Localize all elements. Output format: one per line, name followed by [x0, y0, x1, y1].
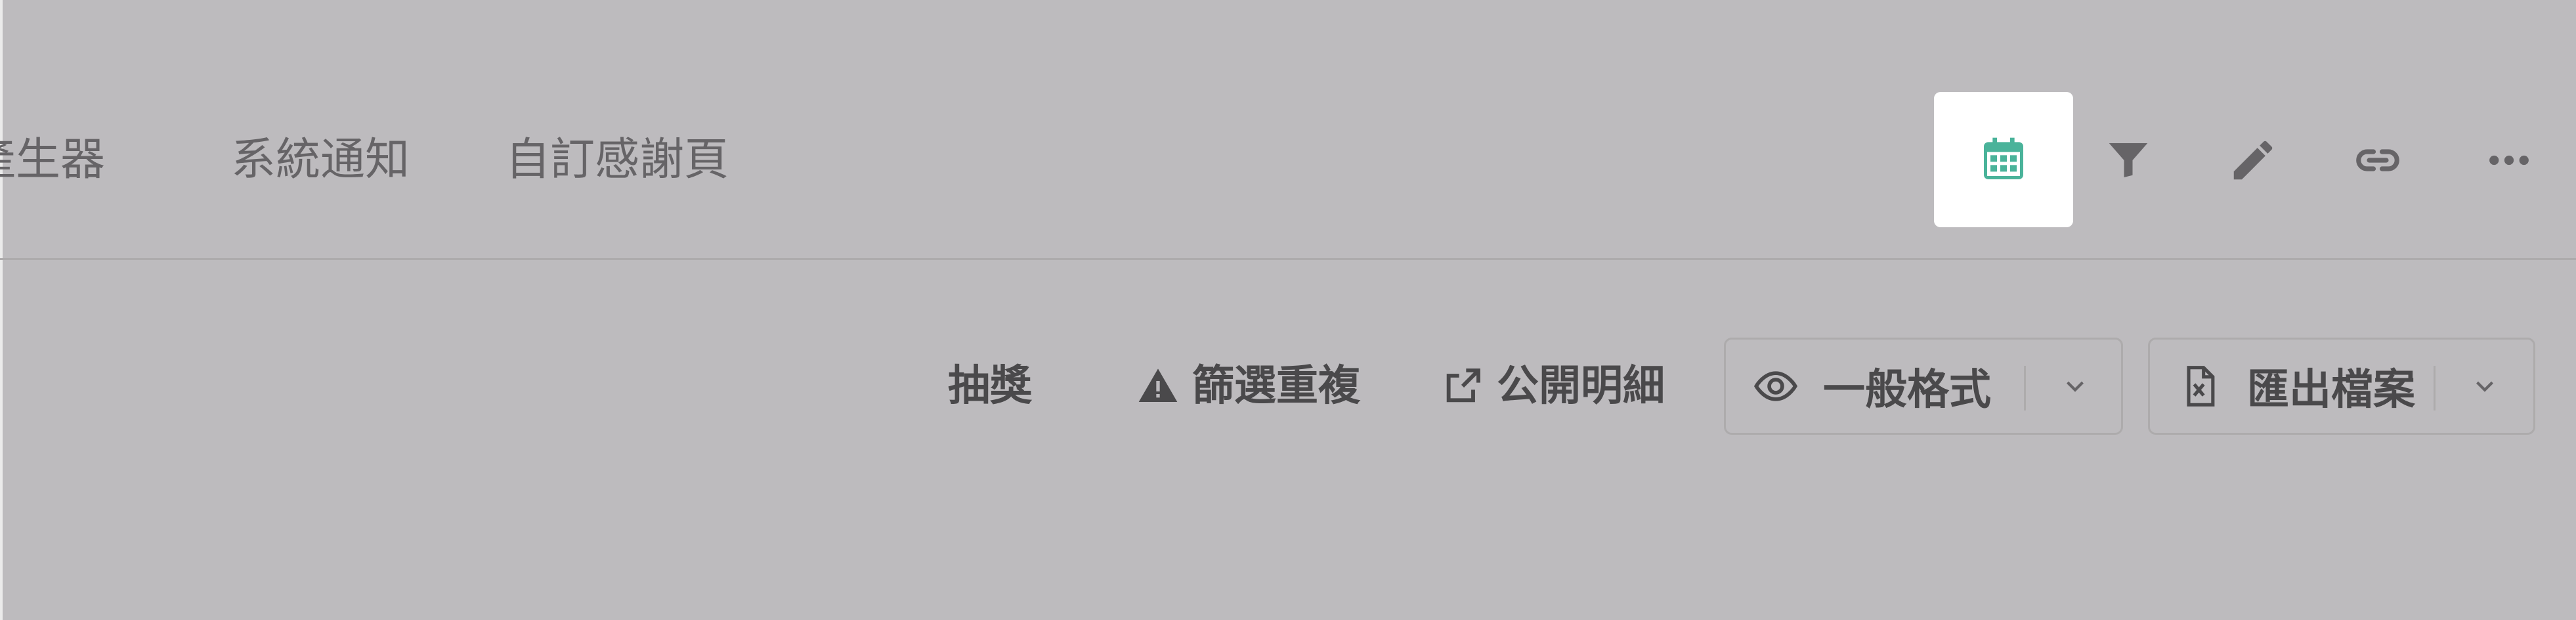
- view-format-main[interactable]: 一般格式: [1726, 340, 1991, 433]
- lottery-button[interactable]: 抽獎: [948, 355, 1032, 418]
- chevron-down-icon: [2067, 381, 2084, 392]
- tab-generator[interactable]: 產生器: [0, 129, 105, 192]
- view-format-label: 一般格式: [1823, 366, 1991, 414]
- more-options-button[interactable]: [2478, 129, 2541, 192]
- export-file-divider: [2434, 366, 2436, 410]
- filter-duplicates-label: 篩選重複: [1192, 362, 1360, 410]
- chevron-down-icon: [2476, 381, 2493, 392]
- export-file-label: 匯出檔案: [2247, 366, 2415, 414]
- more-icon: [2489, 155, 2529, 166]
- filter-button[interactable]: [2097, 129, 2160, 192]
- tab-system-notifications[interactable]: 系統通知: [231, 129, 410, 192]
- filter-icon: [2109, 143, 2148, 177]
- export-file-toggle[interactable]: [2439, 340, 2531, 433]
- tab-custom-thank-you-page[interactable]: 自訂感謝頁: [505, 129, 729, 192]
- link-button[interactable]: [2346, 129, 2409, 192]
- pencil-icon: [2233, 141, 2273, 180]
- top-navigation: 產生器 系統通知 自訂感謝頁: [0, 0, 2576, 260]
- view-format-toggle[interactable]: [2029, 340, 2121, 433]
- view-format-dropdown[interactable]: 一般格式: [1724, 338, 2123, 435]
- calendar-button[interactable]: [1934, 92, 2073, 227]
- excel-file-icon: [2187, 366, 2215, 407]
- filter-duplicates-button[interactable]: 篩選重複: [1137, 355, 1360, 418]
- export-file-main[interactable]: 匯出檔案: [2150, 340, 2415, 433]
- public-details-label: 公開明細: [1497, 362, 1665, 410]
- public-details-button[interactable]: 公開明細: [1442, 355, 1665, 418]
- app-page: 產生器 系統通知 自訂感謝頁: [0, 0, 2576, 620]
- export-file-dropdown[interactable]: 匯出檔案: [2148, 338, 2535, 435]
- link-icon: [2356, 149, 2399, 171]
- warning-icon: [1138, 368, 1178, 402]
- edit-button[interactable]: [2222, 129, 2285, 192]
- eye-icon: [1753, 371, 1798, 401]
- calendar-icon: [1984, 137, 2023, 179]
- view-format-divider: [2024, 366, 2026, 410]
- external-link-icon: [1446, 368, 1480, 403]
- lottery-label: 抽獎: [948, 362, 1032, 410]
